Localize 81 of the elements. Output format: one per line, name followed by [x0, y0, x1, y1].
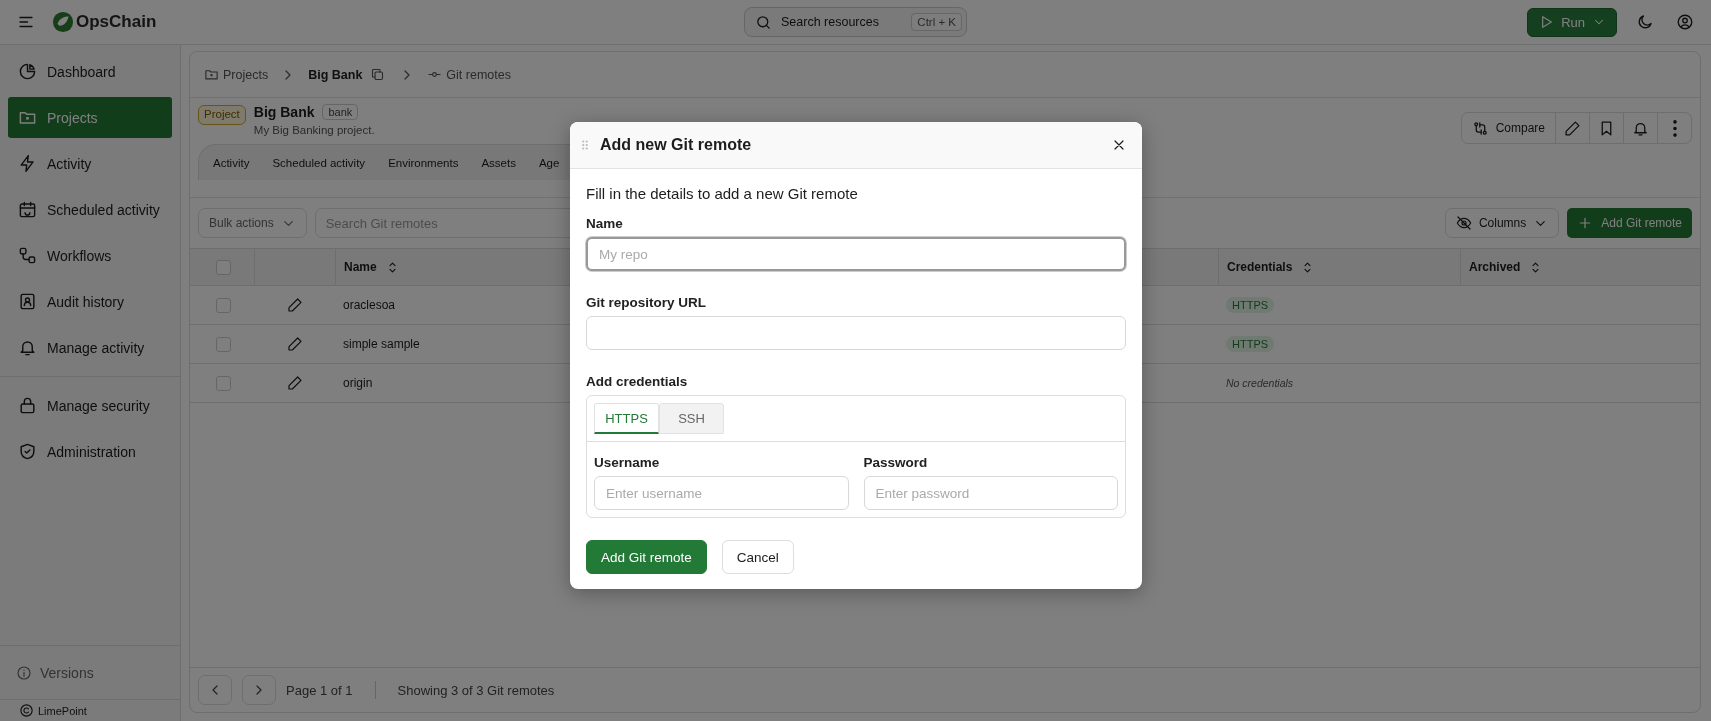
table-cell: origin [343, 376, 373, 390]
folder-icon [204, 67, 219, 82]
submit-button[interactable]: Add Git remote [586, 540, 707, 574]
project-badge: Project [198, 105, 246, 125]
credential-tag: HTTPS [1226, 297, 1275, 313]
dialog-description: Fill in the details to add a new Git remote [586, 185, 859, 202]
sidebar-item[interactable]: Audit history [8, 281, 172, 322]
pencil-icon [1564, 119, 1581, 137]
credential-tab[interactable]: SSH [659, 403, 724, 434]
dialog-title: Add new Git remote [600, 136, 753, 154]
row-checkbox[interactable] [215, 297, 231, 313]
calendar-icon [18, 200, 37, 219]
run-button[interactable]: Run [1527, 7, 1617, 37]
copy-icon [370, 67, 386, 82]
workflow-icon [18, 246, 37, 265]
compare-icon [1471, 119, 1489, 137]
sidebar-item[interactable]: Dashboard [8, 51, 172, 92]
credential-tab[interactable]: HTTPS [594, 403, 659, 434]
sidebar-item[interactable]: Activity [8, 143, 172, 184]
field-label: Add credentials [586, 374, 689, 389]
pencil-icon [286, 336, 303, 352]
field-label: Name [586, 216, 624, 231]
page-indicator: Page 1 of 1 [286, 682, 353, 698]
tab[interactable]: Age [538, 156, 560, 169]
tab[interactable]: Assets [481, 156, 516, 169]
tab[interactable]: Scheduled activity [272, 156, 366, 169]
user-icon [1676, 13, 1694, 31]
results-summary: Showing 3 of 3 Git remotes [397, 682, 555, 698]
breadcrumb-link[interactable]: Git remotes [427, 67, 511, 82]
search-placeholder: Search resources [781, 15, 880, 29]
table-cell: simple sample [343, 337, 420, 351]
lightning-icon [18, 154, 37, 173]
company-name: LimePoint [38, 704, 87, 717]
breadcrumb-link[interactable]: Big Bank [308, 67, 363, 82]
shield-icon [18, 442, 37, 461]
logo-icon [52, 11, 74, 33]
search-field[interactable]: Search resources Ctrl + K [744, 7, 967, 37]
add-git-remote-button[interactable]: Add Git remote [1567, 208, 1692, 238]
pencil-icon [286, 375, 303, 391]
more-icon [1672, 119, 1677, 137]
shortcut-hint: Ctrl + K [911, 13, 962, 31]
sidebar-item[interactable]: Administration [8, 431, 172, 472]
contact-book-icon [18, 292, 37, 311]
select-all-checkbox[interactable] [215, 259, 231, 275]
cancel-button[interactable]: Cancel [721, 540, 794, 574]
project-description: My Big Banking project. [253, 124, 375, 136]
row-checkbox[interactable] [215, 336, 231, 352]
copyright-icon [19, 703, 34, 718]
column-header[interactable]: Archived [1460, 249, 1700, 285]
versions-link[interactable]: Versions [0, 645, 180, 699]
project-name: Big Bank [253, 104, 315, 120]
breadcrumb-link[interactable]: Projects [204, 67, 269, 82]
moon-icon [1636, 13, 1654, 31]
field-label: Git repository URL [586, 295, 707, 310]
compare-button[interactable]: Compare [1461, 113, 1555, 143]
tab[interactable]: Activity [213, 156, 250, 169]
sidebar-item[interactable]: Projects [8, 97, 172, 138]
sidebar-item[interactable]: Workflows [8, 235, 172, 276]
eye-off-icon [1455, 215, 1472, 231]
credential-tag: HTTPS [1226, 336, 1275, 352]
field-label: Username [594, 455, 661, 470]
tab[interactable]: Environments [388, 156, 459, 169]
row-checkbox[interactable] [215, 375, 231, 391]
text-field[interactable]: My repo [586, 237, 1126, 271]
pencil-icon [286, 297, 303, 313]
logo-text: OpsChain [76, 12, 157, 32]
column-header[interactable]: Credentials [1218, 249, 1460, 285]
sidebar-item[interactable]: Scheduled activity [8, 189, 172, 230]
empty-credentials-text: No credentials [1226, 377, 1294, 389]
search-icon [755, 13, 772, 31]
bulk-actions-button[interactable]: Bulk actions [198, 208, 307, 238]
columns-button[interactable]: Columns [1444, 208, 1560, 238]
field-label: Password [863, 455, 929, 470]
project-tag: bank [322, 104, 359, 120]
table-cell: oraclesoa [343, 298, 396, 312]
pie-chart-icon [18, 62, 37, 81]
lock-icon [18, 396, 37, 415]
sidebar-item[interactable]: Manage security [8, 385, 172, 426]
sidebar-item[interactable]: Manage activity [8, 327, 172, 368]
info-icon [16, 664, 32, 681]
bell-icon [18, 338, 37, 357]
